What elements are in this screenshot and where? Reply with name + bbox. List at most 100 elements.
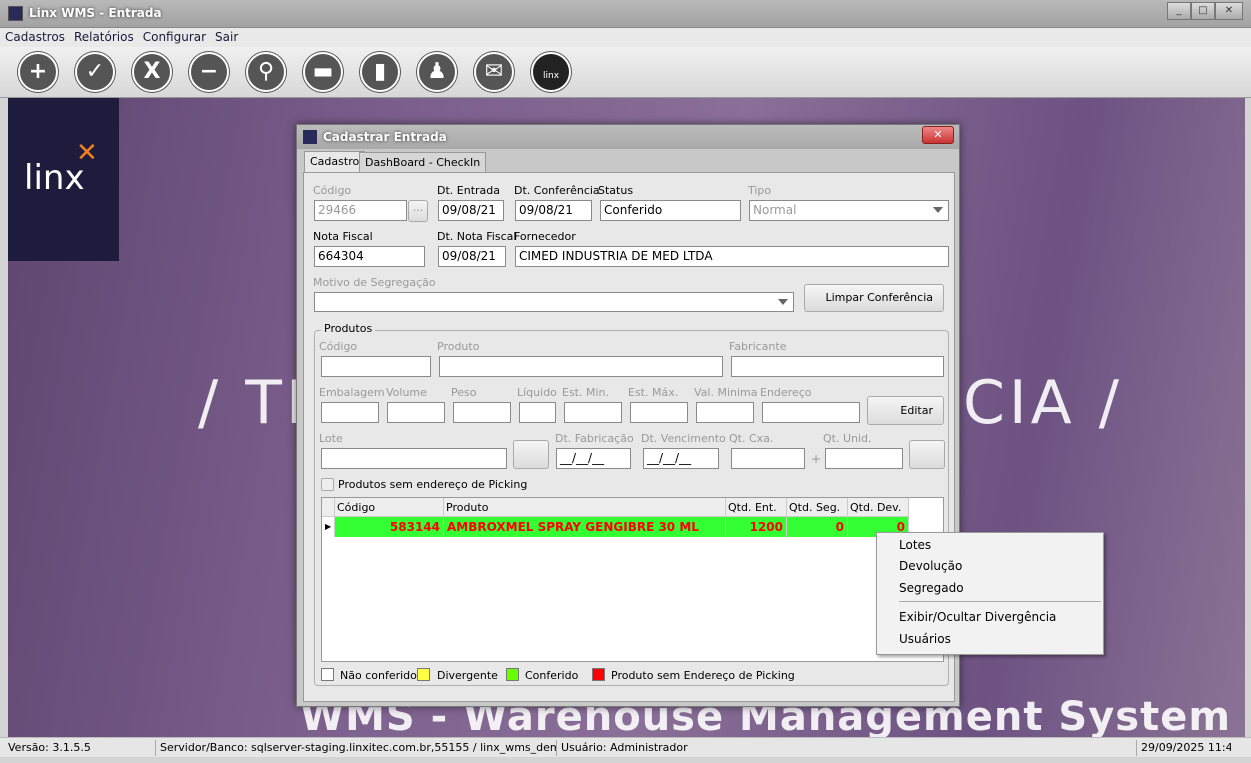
legend-swatch-sem-endereco [592, 668, 605, 681]
lote-label: Lote [319, 432, 343, 445]
qt-cxa-label: Qt. Cxa. [729, 432, 774, 445]
grid-header-qtd-seg[interactable]: Qtd. Seg. [787, 498, 848, 517]
embalagem-label: Embalagem [319, 386, 385, 399]
check-toolbar-button[interactable]: ✓ [75, 52, 115, 92]
dt-conferencia-input[interactable]: 09/08/21 [515, 200, 592, 221]
envelope-icon: ✉ [484, 59, 504, 84]
search-icon: ⚲ [257, 59, 275, 84]
toolbar: + ✓ X − ⚲ ▬ ▮ ♟ ✉ linx [0, 47, 1251, 98]
prod-codigo-input[interactable] [321, 356, 431, 377]
dt-vencimento-input[interactable]: __/__/__ [643, 448, 719, 469]
context-item-usuarios[interactable]: Usuários [899, 632, 951, 646]
context-item-devolucao[interactable]: Devolução [899, 559, 962, 573]
codigo-label: Código [313, 184, 352, 197]
menu-relatorios[interactable]: Relatórios [69, 28, 138, 44]
tab-dashboard-checkin[interactable]: DashBoard - CheckIn [359, 152, 487, 172]
linx-logo-toolbar-button[interactable]: linx [531, 52, 571, 92]
status-server: Servidor/Banco: sqlserver-staging.linxit… [160, 740, 557, 756]
dt-nota-fiscal-label: Dt. Nota Fiscal [437, 230, 517, 243]
grid-cell-codigo[interactable]: 583144 [335, 517, 444, 537]
grid-cell-qtd-seg[interactable]: 0 [787, 517, 848, 537]
document-toolbar-button[interactable]: ▮ [360, 52, 400, 92]
editar-button[interactable]: Editar [867, 396, 944, 425]
grid-cell-qtd-ent[interactable]: 1200 [726, 517, 787, 537]
motivo-segregacao-select[interactable] [314, 292, 794, 312]
logo-mark-icon: ✕ [76, 138, 98, 168]
fornecedor-label: Fornecedor [514, 230, 576, 243]
dialog-close-button[interactable]: ✕ [922, 126, 954, 144]
volume-input[interactable] [387, 402, 445, 423]
status-user: Usuário: Administrador [559, 740, 1137, 756]
liquido-input[interactable] [519, 402, 556, 423]
envelope-toolbar-button[interactable]: ✉ [474, 52, 514, 92]
prod-produto-label: Produto [437, 340, 480, 353]
lote-action-button[interactable] [513, 440, 549, 469]
nota-fiscal-input[interactable]: 664304 [314, 246, 425, 267]
qt-unid-input[interactable] [825, 448, 903, 469]
prod-produto-input[interactable] [439, 356, 723, 377]
val-minima-label: Val. Minima [694, 386, 758, 399]
dt-fabricacao-label: Dt. Fabricação [555, 432, 634, 445]
minimize-button[interactable]: _ [1167, 2, 1191, 20]
limpar-conferencia-button[interactable]: Limpar Conferência [804, 284, 944, 312]
fornecedor-input[interactable]: CIMED INDUSTRIA DE MED LTDA [515, 246, 949, 267]
endereco-label: Endereço [760, 386, 812, 399]
codigo-input[interactable]: 29466 [314, 200, 407, 221]
grid-header-qtd-ent[interactable]: Qtd. Ent. [726, 498, 787, 517]
est-max-input[interactable] [630, 402, 688, 423]
embalagem-input[interactable] [321, 402, 379, 423]
qt-action-button[interactable] [909, 440, 945, 469]
est-min-input[interactable] [564, 402, 622, 423]
qt-cxa-input[interactable] [731, 448, 805, 469]
legend-label: Conferido [525, 669, 579, 682]
window-titlebar: Linx WMS - Entrada _ □ ✕ [0, 0, 1251, 28]
context-item-exibir-ocultar-divergencia[interactable]: Exibir/Ocultar Divergência [899, 610, 1056, 624]
search-toolbar-button[interactable]: ⚲ [246, 52, 286, 92]
status-version: Versão: 3.1.5.5 [6, 740, 156, 756]
plus-toolbar-button[interactable]: + [18, 52, 58, 92]
context-item-lotes[interactable]: Lotes [899, 538, 931, 552]
picking-checkbox[interactable] [321, 478, 334, 491]
dt-nota-fiscal-input[interactable]: 09/08/21 [438, 246, 506, 267]
chevron-down-icon [778, 299, 788, 305]
status-bar: Versão: 3.1.5.5 Servidor/Banco: sqlserve… [0, 737, 1251, 757]
grid-cell-produto[interactable]: AMBROXMEL SPRAY GENGIBRE 30 ML [444, 517, 726, 537]
prod-fabricante-input[interactable] [731, 356, 944, 377]
user-key-toolbar-button[interactable]: ♟ [417, 52, 457, 92]
tipo-label: Tipo [748, 184, 772, 197]
cancel-x-toolbar-button[interactable]: X [132, 52, 172, 92]
background-slogan-right: CIA / [963, 368, 1123, 438]
endereco-input[interactable] [762, 402, 860, 423]
printer-toolbar-button[interactable]: ▬ [303, 52, 343, 92]
context-item-segregado[interactable]: Segregado [899, 581, 964, 595]
close-button[interactable]: ✕ [1215, 2, 1243, 20]
maximize-button[interactable]: □ [1191, 2, 1215, 20]
window-title: Linx WMS - Entrada [29, 6, 162, 20]
grid-header-produto[interactable]: Produto [444, 498, 726, 517]
tab-cadastro[interactable]: Cadastro [304, 151, 366, 173]
lote-input[interactable] [321, 448, 507, 469]
linx-logo: linx ✕ [8, 98, 119, 261]
menu-configurar[interactable]: Configurar [138, 28, 210, 44]
menu-sair[interactable]: Sair [210, 28, 242, 44]
dt-entrada-input[interactable]: 09/08/21 [438, 200, 504, 221]
context-separator [899, 601, 1101, 602]
cadastrar-entrada-dialog: Cadastrar Entrada ✕ Cadastro DashBoard -… [296, 124, 960, 707]
tipo-select[interactable]: Normal [749, 200, 949, 221]
picking-checkbox-label: Produtos sem endereço de Picking [338, 478, 528, 491]
status-input[interactable]: Conferido [600, 200, 741, 221]
codigo-lookup-button[interactable]: ... [408, 200, 428, 222]
status-label: Status [598, 184, 634, 197]
menu-bar: Cadastros Relatórios Configurar Sair [0, 28, 1251, 47]
status-datetime: 29/09/2025 11:4 [1141, 741, 1231, 754]
menu-cadastros[interactable]: Cadastros [0, 28, 69, 44]
grid-header-qtd-dev[interactable]: Qtd. Dev. [848, 498, 909, 517]
dt-conferencia-label: Dt. Conferência [514, 184, 600, 197]
plus-icon: + [28, 59, 48, 84]
dt-fabricacao-input[interactable]: __/__/__ [556, 448, 631, 469]
minus-toolbar-button[interactable]: − [189, 52, 229, 92]
grid-header-codigo[interactable]: Código [335, 498, 444, 517]
val-minima-input[interactable] [696, 402, 754, 423]
qt-unid-label: Qt. Unid. [823, 432, 872, 445]
peso-input[interactable] [453, 402, 511, 423]
